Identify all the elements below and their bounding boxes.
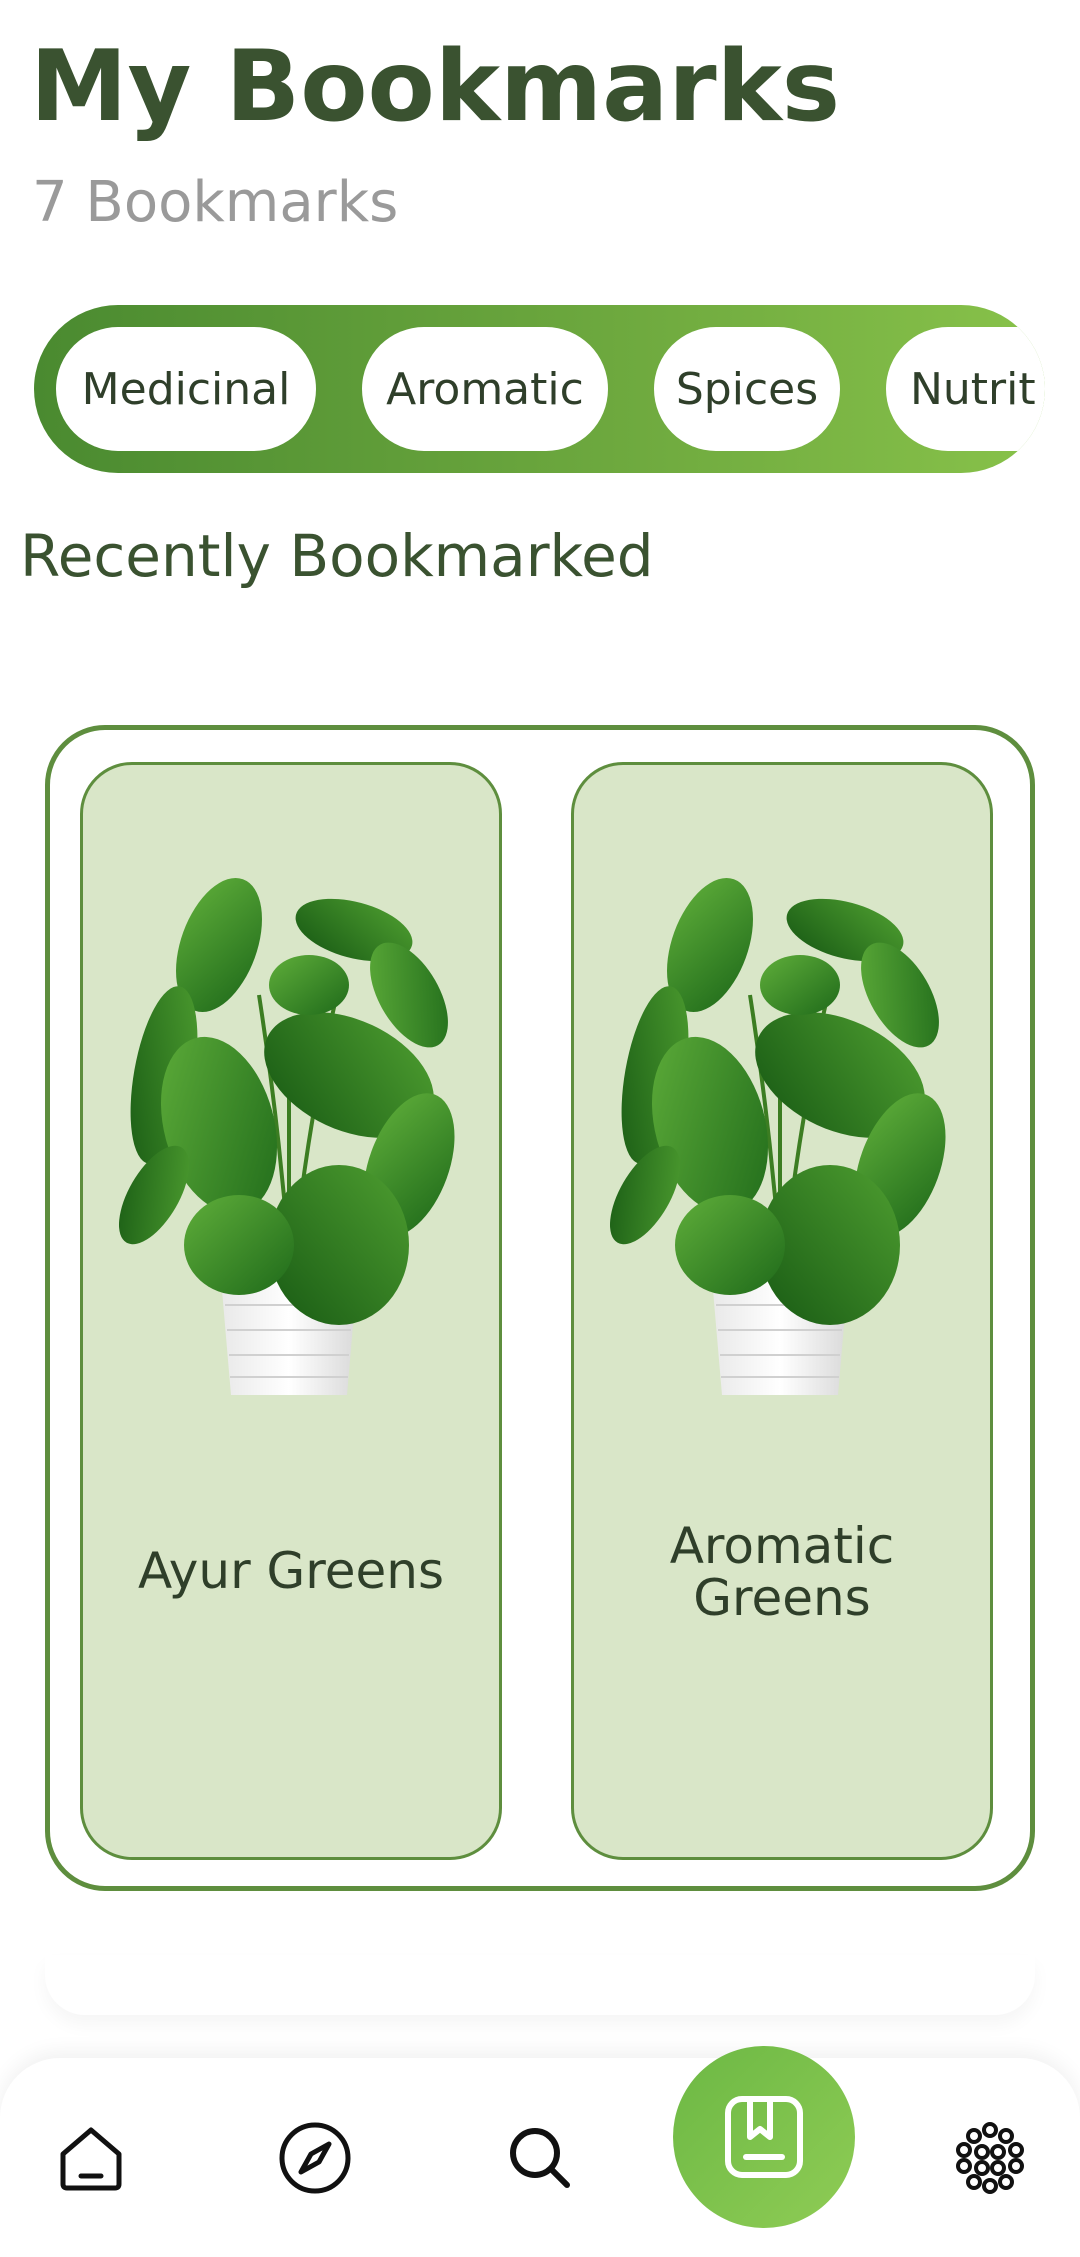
section-title: Recently Bookmarked bbox=[20, 522, 654, 590]
card-title: Ayur Greens bbox=[137, 1542, 444, 1600]
bottom-navigation bbox=[0, 2046, 1080, 2257]
category-filter-bar[interactable]: Medicinal Aromatic Spices Nutrit bbox=[34, 305, 1045, 473]
carousel-shadow bbox=[45, 1955, 1035, 2015]
plant-image bbox=[610, 877, 946, 1395]
chip-medicinal[interactable]: Medicinal bbox=[56, 327, 316, 451]
chip-aromatic[interactable]: Aromatic bbox=[362, 327, 608, 451]
nav-molecules[interactable] bbox=[920, 2058, 1060, 2257]
card-title: Aromatic Greens bbox=[669, 1517, 895, 1627]
nav-search[interactable] bbox=[470, 2058, 610, 2257]
bookmark-icon bbox=[725, 2096, 803, 2178]
nav-bookmarks[interactable] bbox=[673, 2046, 855, 2228]
nav-home[interactable] bbox=[21, 2058, 161, 2257]
page-title: My Bookmarks bbox=[30, 30, 841, 144]
bookmark-card[interactable]: Aromatic Greens bbox=[571, 762, 993, 1860]
bookmarks-screen: My Bookmarks 7 Bookmarks Medicinal Aroma… bbox=[0, 0, 1080, 2257]
bookmark-count: 7 Bookmarks bbox=[32, 170, 399, 235]
compass-icon bbox=[279, 2122, 351, 2193]
chip-spices[interactable]: Spices bbox=[654, 327, 840, 451]
bookmarks-carousel[interactable]: Ayur Greens Aromatic Greens bbox=[45, 725, 1035, 1891]
nav-explore[interactable] bbox=[245, 2058, 385, 2257]
plant-image bbox=[118, 877, 455, 1395]
bookmark-card[interactable]: Ayur Greens bbox=[80, 762, 502, 1860]
molecule-icon bbox=[956, 2121, 1024, 2194]
chip-nutrition[interactable]: Nutrit bbox=[886, 327, 1045, 451]
search-icon bbox=[510, 2127, 570, 2188]
home-icon bbox=[60, 2127, 122, 2190]
